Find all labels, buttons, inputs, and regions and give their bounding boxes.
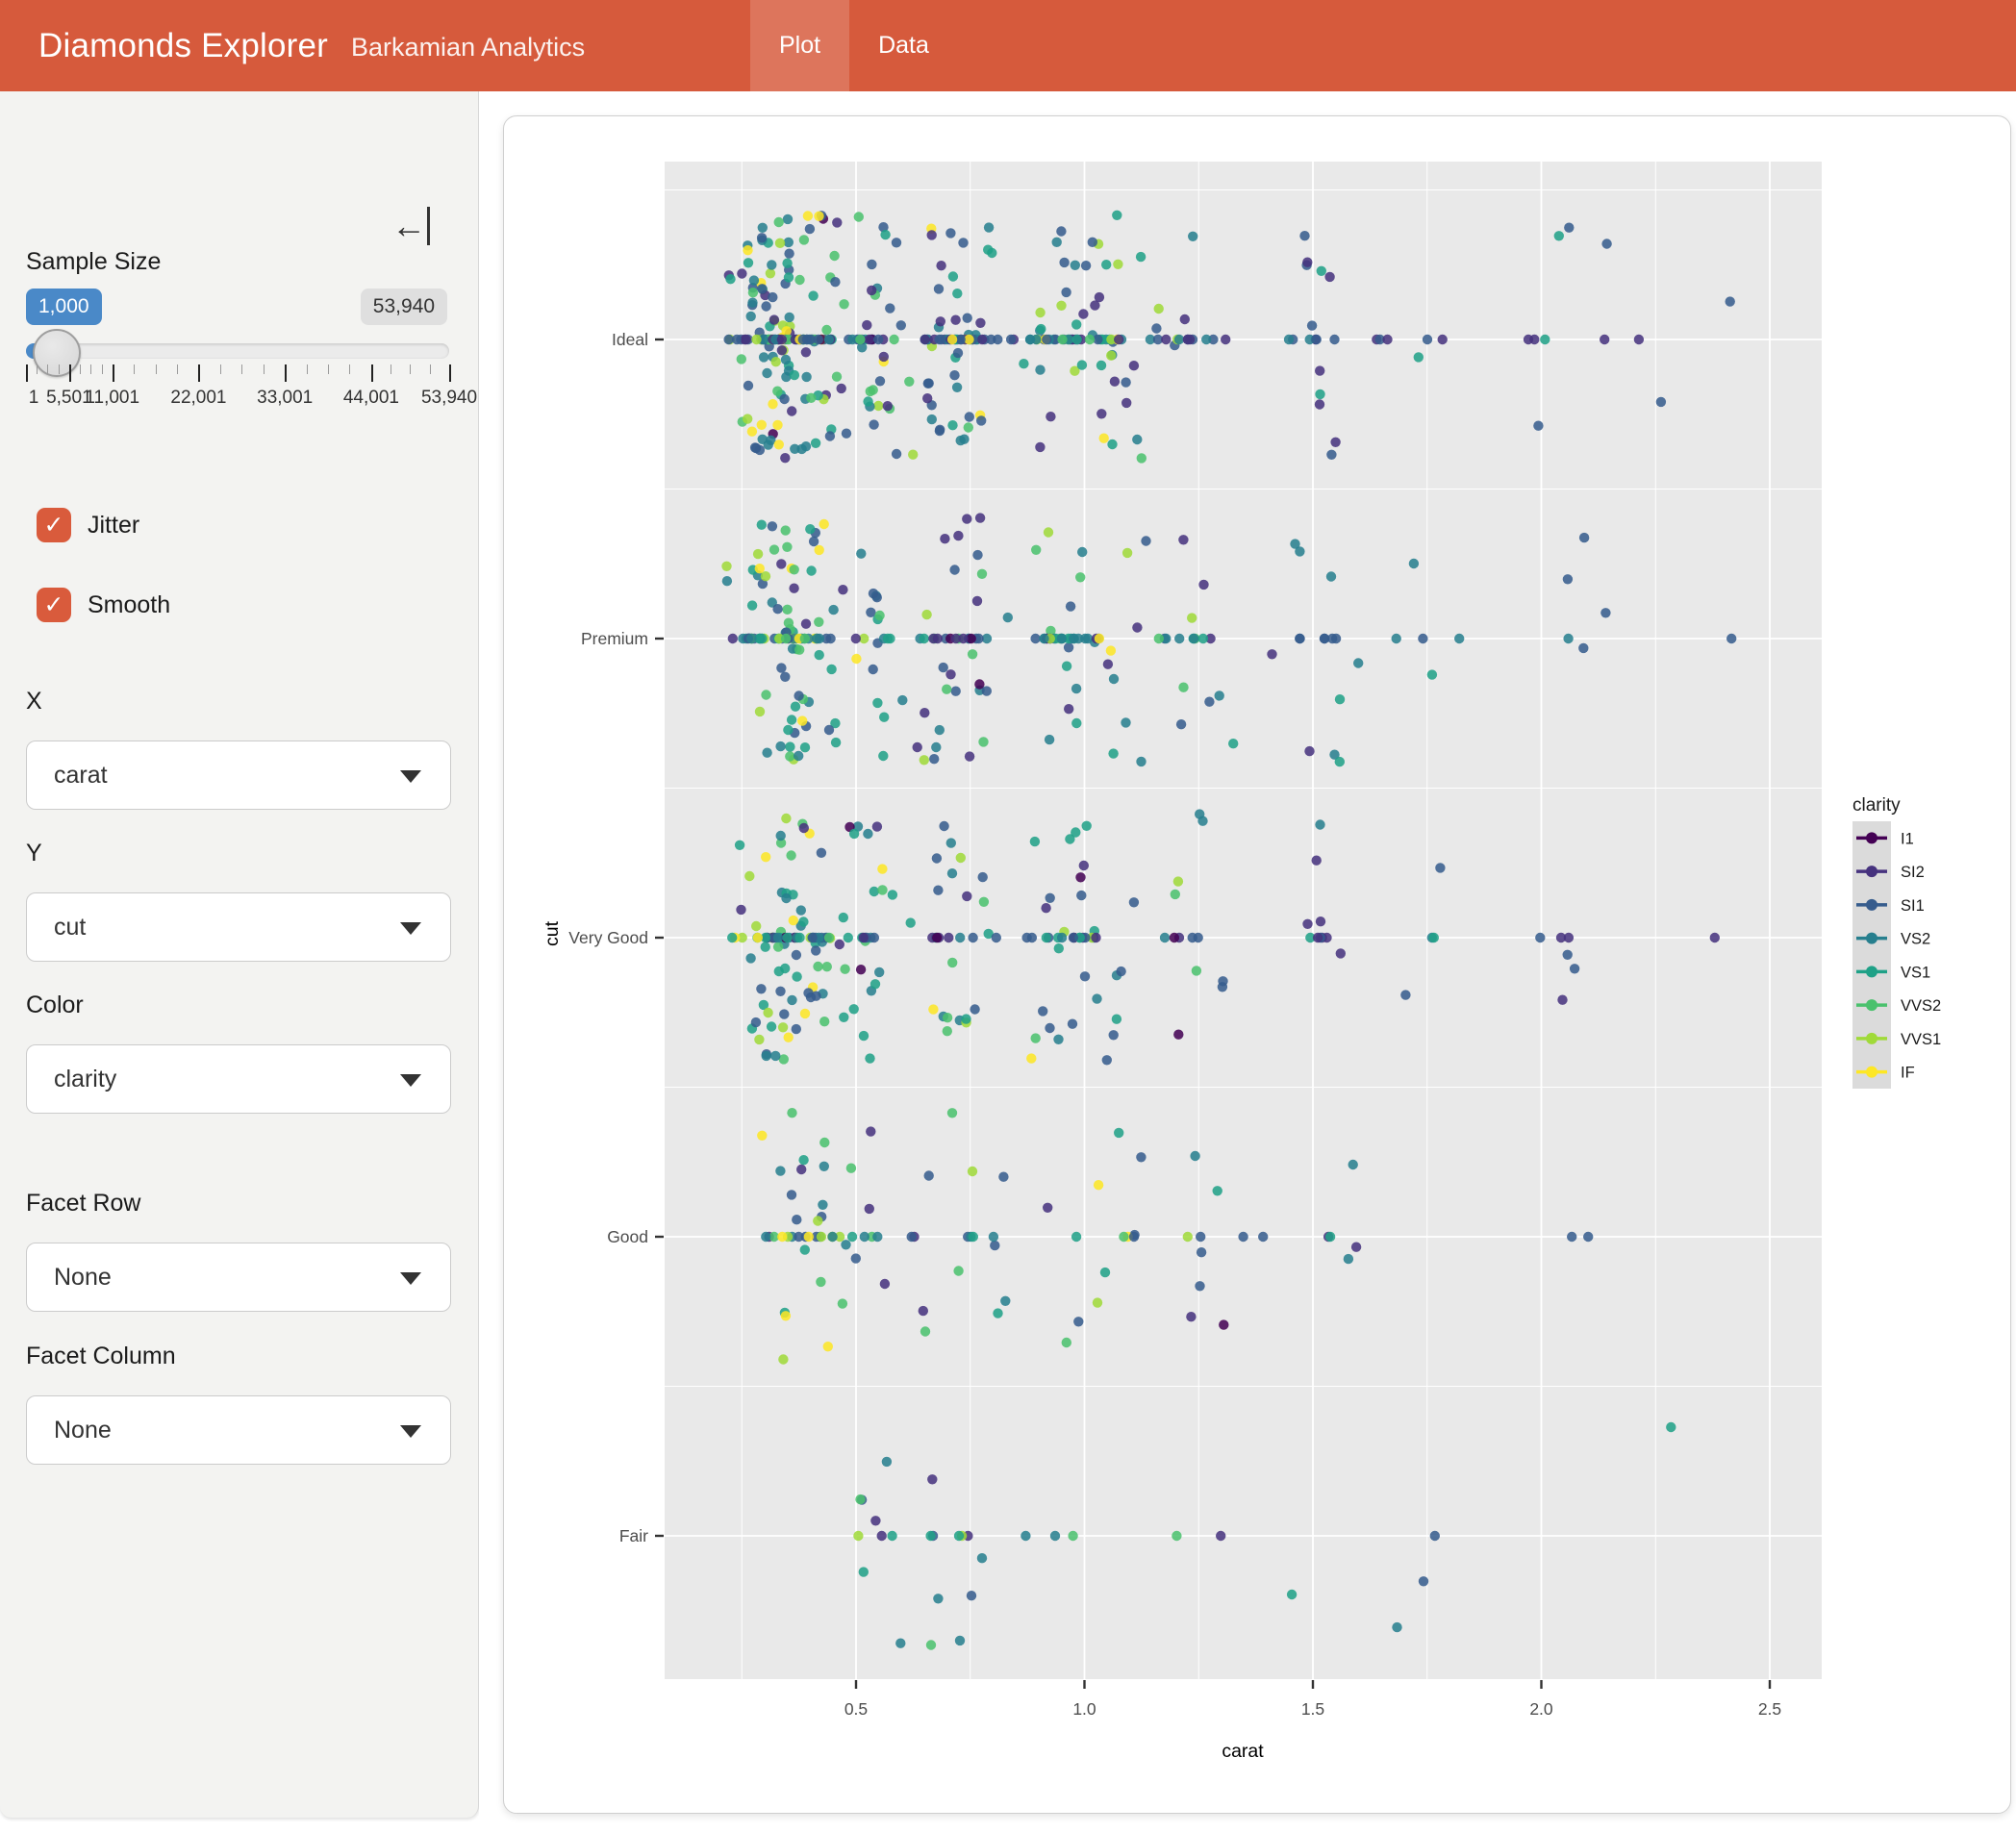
slider-minor-tick bbox=[37, 364, 38, 374]
svg-text:2.5: 2.5 bbox=[1758, 1699, 1781, 1719]
select-value: None bbox=[54, 1264, 112, 1292]
slider-minor-tick bbox=[349, 364, 350, 374]
slider-tick-label: 22,001 bbox=[170, 388, 226, 409]
app-header: Diamonds Explorer Barkamian Analytics Pl… bbox=[0, 0, 2016, 91]
select-value: None bbox=[54, 1417, 112, 1444]
slider-minor-tick bbox=[307, 364, 308, 374]
sidebar: ← Sample Size 1,000 53,940 15,50111,0012… bbox=[0, 91, 479, 1818]
checkbox-box-icon[interactable] bbox=[37, 508, 71, 542]
collapse-arrow-icon: ← bbox=[391, 209, 426, 243]
slider-major-tick bbox=[69, 364, 71, 382]
header-tabs: PlotData bbox=[750, 0, 958, 91]
app-title: Diamonds Explorer bbox=[38, 27, 328, 65]
svg-text:0.5: 0.5 bbox=[844, 1699, 868, 1719]
slider-major-tick bbox=[371, 364, 373, 382]
slider-tick-label: 44,001 bbox=[343, 388, 399, 409]
slider-minor-tick bbox=[156, 364, 157, 374]
svg-text:VVS2: VVS2 bbox=[1901, 997, 1941, 1015]
select-label-x: X bbox=[26, 688, 42, 716]
slider-minor-tick bbox=[410, 364, 411, 374]
svg-text:VS1: VS1 bbox=[1901, 964, 1930, 981]
slider-minor-tick bbox=[220, 364, 221, 374]
select-value: clarity bbox=[54, 1066, 116, 1093]
slider-max-badge: 53,940 bbox=[361, 289, 447, 325]
select-value: carat bbox=[54, 762, 108, 790]
slider-tick-marks: 15,50111,00122,00133,00144,00153,940 bbox=[26, 364, 449, 422]
select-facet-row[interactable]: None bbox=[26, 1243, 451, 1312]
slider-minor-tick bbox=[102, 364, 103, 374]
svg-text:I1: I1 bbox=[1901, 830, 1914, 847]
app-root: Diamonds Explorer Barkamian Analytics Pl… bbox=[0, 0, 2016, 1833]
slider-minor-tick bbox=[47, 364, 48, 374]
slider-minor-tick bbox=[90, 364, 91, 374]
chevron-down-icon bbox=[400, 1074, 421, 1087]
select-facet-column[interactable]: None bbox=[26, 1395, 451, 1465]
slider-major-tick bbox=[26, 364, 28, 382]
x-axis: 0.5 1.0 1.5 2.0 2.5 carat bbox=[844, 1680, 1781, 1762]
chevron-down-icon bbox=[400, 922, 421, 935]
y-axis: Ideal Premium Very Good Good Fair cut bbox=[542, 330, 664, 1545]
svg-text:Ideal: Ideal bbox=[612, 330, 648, 349]
select-label-facet-row: Facet Row bbox=[26, 1190, 140, 1218]
select-color[interactable]: clarity bbox=[26, 1044, 451, 1114]
collapse-bar-icon bbox=[427, 207, 430, 245]
select-label-color: Color bbox=[26, 992, 84, 1019]
svg-text:Good: Good bbox=[607, 1227, 648, 1246]
slider-minor-tick bbox=[80, 364, 81, 374]
slider-value-badge: 1,000 bbox=[26, 289, 102, 325]
plot-card: Ideal Premium Very Good Good Fair cut 0.5 1.0 1.… bbox=[503, 115, 2011, 1814]
svg-text:2.0: 2.0 bbox=[1529, 1699, 1553, 1719]
svg-text:VS2: VS2 bbox=[1901, 931, 1930, 948]
select-label-y: Y bbox=[26, 840, 42, 867]
slider-major-tick bbox=[449, 364, 451, 382]
select-x[interactable]: carat bbox=[26, 741, 451, 810]
svg-text:VVS1: VVS1 bbox=[1901, 1031, 1941, 1048]
slider-tick-label: 33,001 bbox=[257, 388, 313, 409]
slider-minor-tick bbox=[241, 364, 242, 374]
checkbox-label: Smooth bbox=[88, 591, 170, 619]
slider-tick-label: 11,001 bbox=[85, 388, 139, 409]
scatter-plot: Ideal Premium Very Good Good Fair cut 0.5 1.0 1.… bbox=[504, 116, 2010, 1813]
tab-data[interactable]: Data bbox=[849, 0, 958, 91]
svg-text:SI1: SI1 bbox=[1901, 897, 1925, 915]
app-subtitle: Barkamian Analytics bbox=[351, 29, 585, 63]
plot-legend: clarityI1 SI2 SI1 VS2 VS1 VVS2 VVS1 IF bbox=[1852, 795, 1941, 1089]
svg-text:1.0: 1.0 bbox=[1072, 1699, 1096, 1719]
svg-text:IF: IF bbox=[1901, 1065, 1915, 1082]
slider-major-tick bbox=[113, 364, 114, 382]
slider-tick-label: 1 bbox=[29, 388, 39, 409]
slider-minor-tick bbox=[430, 364, 431, 374]
slider-minor-tick bbox=[328, 364, 329, 374]
slider-minor-tick bbox=[177, 364, 178, 374]
svg-text:SI2: SI2 bbox=[1901, 864, 1925, 881]
svg-text:carat: carat bbox=[1222, 1741, 1264, 1762]
svg-text:clarity: clarity bbox=[1852, 795, 1901, 816]
slider-major-tick bbox=[285, 364, 287, 382]
checkbox-box-icon[interactable] bbox=[37, 588, 71, 622]
slider-minor-tick bbox=[134, 364, 135, 374]
svg-text:Premium: Premium bbox=[581, 629, 648, 648]
svg-text:cut: cut bbox=[542, 920, 563, 946]
sample-size-slider-track[interactable] bbox=[26, 343, 449, 359]
checkbox-jitter[interactable]: Jitter bbox=[37, 508, 139, 542]
checkbox-label: Jitter bbox=[88, 512, 139, 540]
chevron-down-icon bbox=[400, 1425, 421, 1438]
chevron-down-icon bbox=[400, 770, 421, 783]
slider-tick-label: 53,940 bbox=[421, 388, 477, 409]
chevron-down-icon bbox=[400, 1272, 421, 1285]
checkbox-smooth[interactable]: Smooth bbox=[37, 588, 170, 622]
slider-minor-tick bbox=[264, 364, 265, 374]
select-value: cut bbox=[54, 914, 86, 942]
slider-minor-tick bbox=[59, 364, 60, 374]
select-label-facet-column: Facet Column bbox=[26, 1343, 176, 1370]
main-content: Ideal Premium Very Good Good Fair cut 0.5 1.0 1.… bbox=[479, 91, 2016, 1833]
tab-plot[interactable]: Plot bbox=[750, 0, 849, 91]
sample-size-label: Sample Size bbox=[26, 248, 161, 276]
svg-text:1.5: 1.5 bbox=[1301, 1699, 1324, 1719]
collapse-sidebar-button[interactable]: ← bbox=[391, 207, 430, 245]
svg-text:Fair: Fair bbox=[619, 1526, 648, 1545]
svg-text:Very Good: Very Good bbox=[568, 928, 648, 947]
select-y[interactable]: cut bbox=[26, 892, 451, 962]
slider-major-tick bbox=[198, 364, 200, 382]
